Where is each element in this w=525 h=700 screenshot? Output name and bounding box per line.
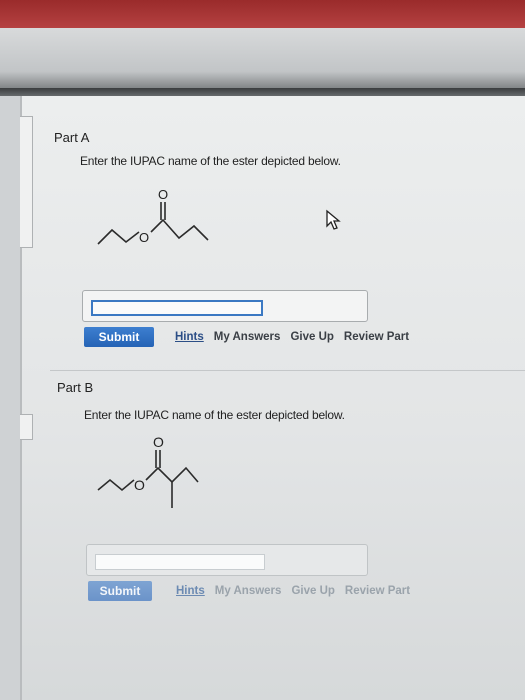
part-a-title: Part A: [54, 130, 90, 145]
part-b-give-up-link[interactable]: Give Up: [291, 585, 334, 597]
part-b-atom-o-top: O: [153, 434, 164, 450]
part-b-bond-chain-left: [97, 478, 135, 492]
part-a-atom-o-ring: O: [139, 230, 149, 245]
part-a-bond-chain-right: [150, 218, 209, 241]
browser-top-bar: [0, 0, 525, 28]
part-b-bond-chain-right: [145, 466, 199, 484]
part-b-review-part-link[interactable]: Review Part: [345, 585, 410, 597]
part-b-title: Part B: [57, 380, 94, 395]
part-a-structure: O O: [97, 187, 209, 245]
part-b-my-answers-link[interactable]: My Answers: [215, 585, 282, 597]
part-b-answer-input[interactable]: [95, 554, 265, 570]
mouse-cursor-icon: [326, 209, 341, 230]
part-a-give-up-link[interactable]: Give Up: [290, 331, 333, 343]
header-divider: [0, 88, 525, 96]
part-a-bond-chain-left: [97, 228, 140, 245]
part-b-answer-area: [86, 544, 368, 576]
part-a-links: Hints My Answers Give Up Review Part: [175, 331, 419, 343]
part-a-hints-link[interactable]: Hints: [175, 331, 204, 343]
question-panel: Part A Enter the IUPAC name of the ester…: [20, 96, 525, 700]
part-b-links: Hints My Answers Give Up Review Part: [176, 585, 420, 597]
part-b-submit-button[interactable]: Submit: [88, 581, 152, 601]
part-a-submit-button[interactable]: Submit: [84, 327, 154, 347]
part-b-prompt: Enter the IUPAC name of the ester depict…: [84, 408, 345, 422]
part-a-atom-o-top: O: [158, 187, 168, 202]
part-a-my-answers-link[interactable]: My Answers: [214, 331, 281, 343]
part-a-review-part-link[interactable]: Review Part: [344, 331, 409, 343]
header-band: [0, 28, 525, 90]
side-tab-upper[interactable]: [20, 116, 33, 248]
part-b-hints-link[interactable]: Hints: [176, 585, 205, 597]
part-b-structure: O O: [97, 434, 199, 508]
side-tab-lower[interactable]: [20, 414, 33, 440]
part-a-answer-area: [82, 290, 368, 322]
part-a-prompt: Enter the IUPAC name of the ester depict…: [80, 154, 341, 168]
part-b-atom-o-ring: O: [134, 477, 145, 493]
section-divider: [50, 370, 525, 371]
part-a-answer-input[interactable]: [91, 300, 263, 316]
